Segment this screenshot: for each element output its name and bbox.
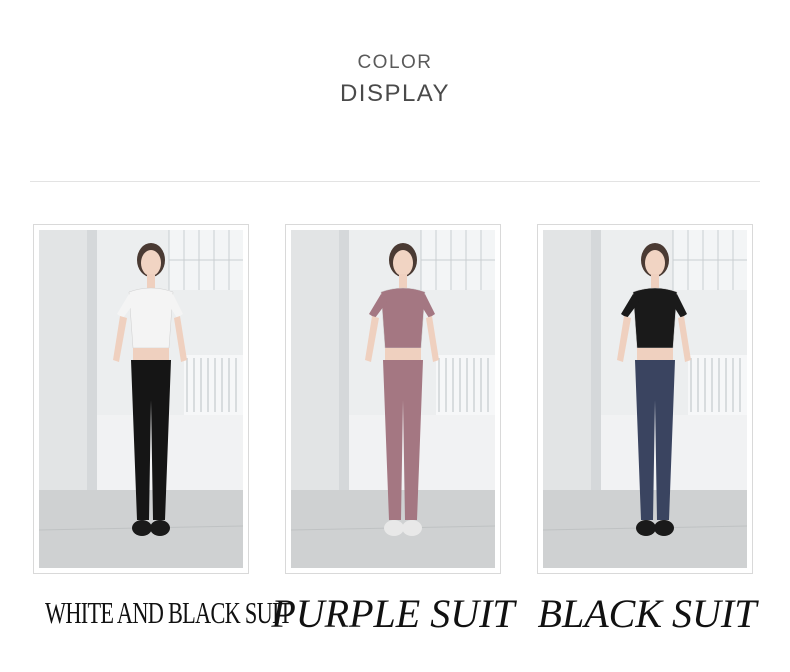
top [632,287,678,349]
face [393,250,413,276]
caption-purple-suit: PURPLE SUIT [271,591,515,636]
divider [30,181,760,182]
shoe-right [654,520,674,536]
neck [651,274,659,288]
ledge [97,415,243,490]
shoe-right [402,520,422,536]
model-photo [543,230,747,568]
neck [147,274,155,288]
product-photo-purple[interactable] [285,224,501,574]
neck [399,274,407,288]
model-photo [291,230,495,568]
caption-white-black-suit: WHITE AND BLACK SUIT [45,595,292,630]
shoe-left [636,520,656,536]
top [128,287,174,349]
caption-black-suit: BLACK SUIT [537,591,757,636]
section-title-top: COLOR [357,52,433,73]
railing-area [436,355,495,415]
top [380,287,426,349]
midriff [385,348,421,360]
midriff [133,348,169,360]
product-photo-white-black[interactable] [33,224,249,574]
section-title-bottom: DISPLAY [339,80,451,107]
railing-area [184,355,243,415]
shoe-left [132,520,152,536]
face [141,250,161,276]
railing-area [688,355,747,415]
midriff [637,348,673,360]
ledge [601,415,747,490]
product-photo-black[interactable] [537,224,753,574]
shoe-left [384,520,404,536]
ledge [349,415,495,490]
model-photo [39,230,243,568]
face [645,250,665,276]
shoe-right [150,520,170,536]
